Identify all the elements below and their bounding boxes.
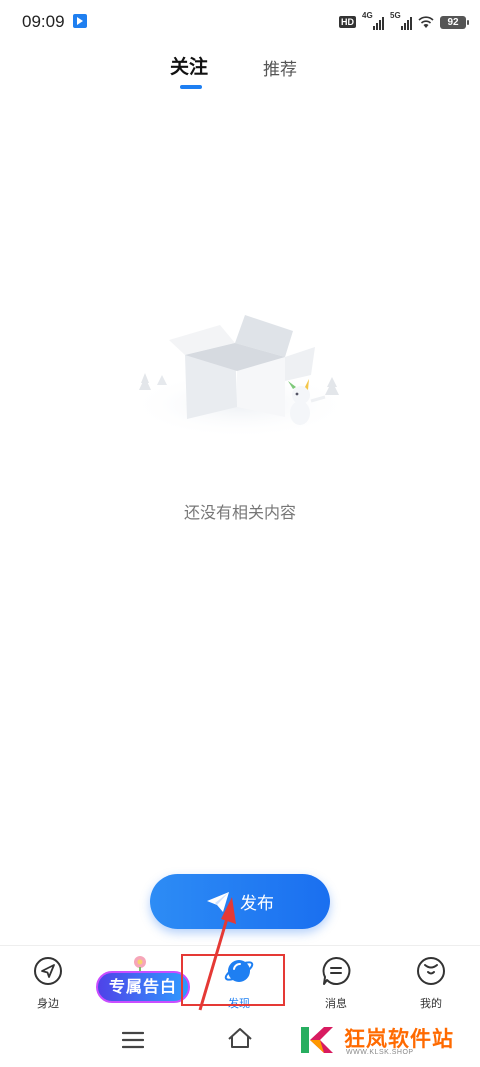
profile-face-icon: [417, 957, 445, 985]
wifi-icon: [418, 15, 434, 28]
nav-item-mine[interactable]: 我的: [391, 956, 471, 1011]
status-bar: 09:09 HD 4G 5G 92: [0, 0, 480, 44]
signal-4g-icon: 4G: [362, 11, 384, 30]
watermark-url: WWW.KLSK.SHOP: [346, 1049, 414, 1056]
status-indicators: HD 4G 5G 92: [339, 11, 469, 31]
signal-5g-icon: 5G: [390, 11, 412, 30]
watermark-logo-icon: [301, 1027, 333, 1053]
tab-recommend[interactable]: 推荐: [263, 55, 297, 80]
menu-icon[interactable]: [122, 1031, 144, 1049]
feed-tabs: 关注 推荐: [0, 52, 480, 92]
battery-indicator: 92: [440, 15, 469, 29]
nav-label-nearby: 身边: [37, 997, 59, 1010]
nav-label-messages: 消息: [325, 997, 347, 1010]
nav-label-mine: 我的: [420, 997, 442, 1010]
exclusive-confession-badge[interactable]: 专属告白: [96, 971, 190, 1003]
tab-follow[interactable]: 关注: [170, 52, 208, 79]
chat-bubble-icon: [322, 956, 351, 985]
active-tab-indicator: [180, 85, 202, 89]
empty-box-illustration: [128, 315, 352, 439]
home-icon[interactable]: [227, 1027, 253, 1049]
nav-item-nearby[interactable]: 身边: [8, 956, 88, 1011]
empty-state-message: 还没有相关内容: [183, 503, 296, 522]
watermark: 狂岚软件站 WWW.KLSK.SHOP: [300, 1023, 470, 1059]
paper-plane-icon: [207, 891, 229, 912]
app-notification-icon: [73, 14, 87, 28]
publish-button[interactable]: 发布: [150, 874, 330, 929]
nav-item-messages[interactable]: 消息: [296, 956, 376, 1011]
hd-voice-icon: HD: [339, 16, 356, 28]
publish-button-label: 发布: [240, 894, 274, 914]
status-time: 09:09: [22, 12, 65, 31]
annotation-highlight-box: [181, 954, 285, 1006]
location-arrow-icon: [34, 957, 62, 985]
